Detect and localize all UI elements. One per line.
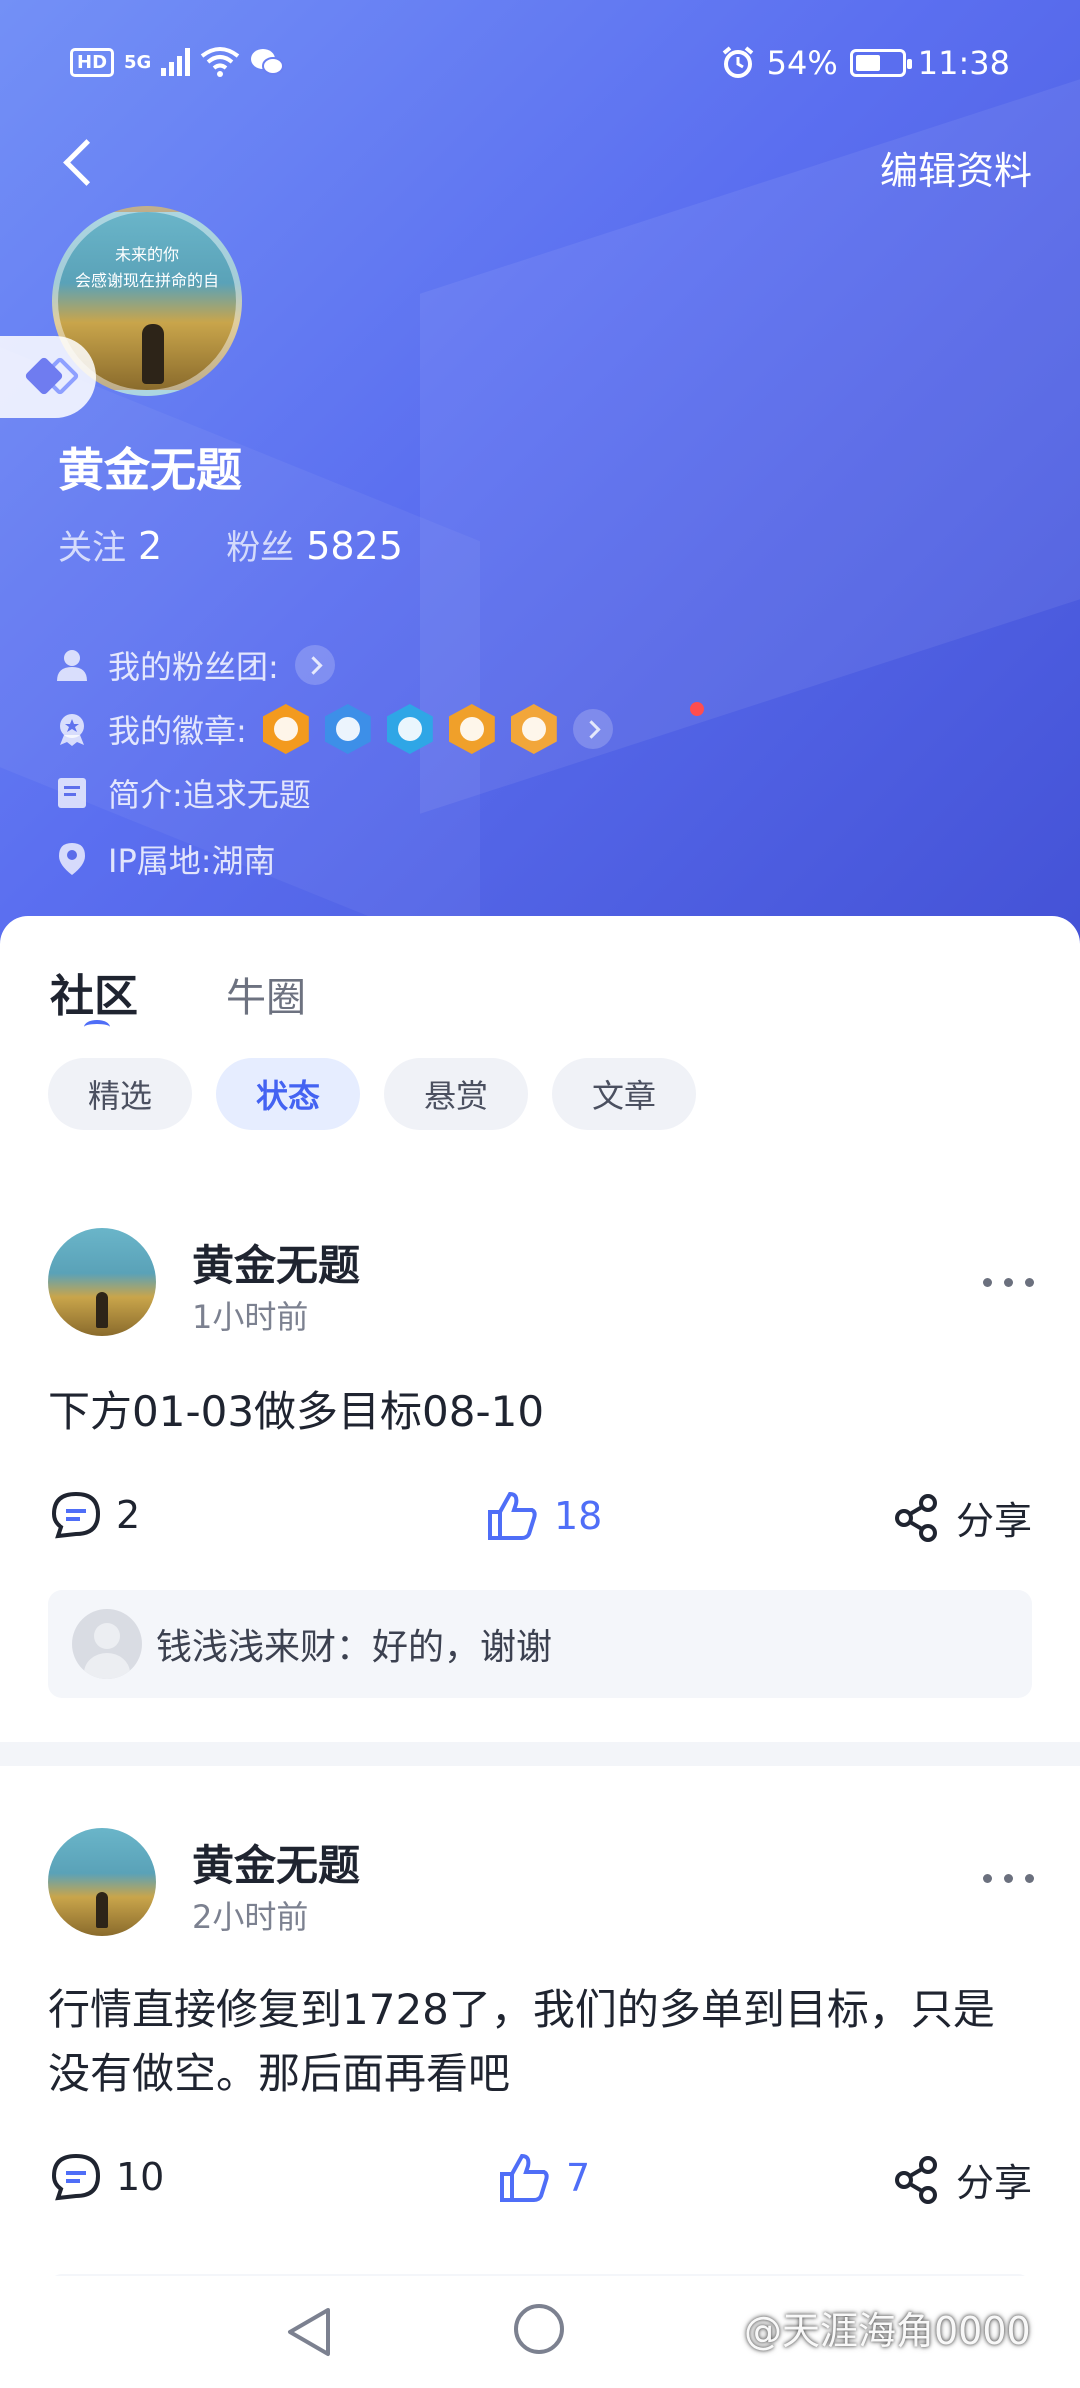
battery-percent: 54% (766, 44, 838, 82)
reply-user[interactable]: 钱浅浅来财 (156, 1618, 336, 1670)
notification-dot (690, 702, 704, 716)
chevron-right-icon[interactable] (294, 645, 335, 685)
wifi-icon (201, 47, 240, 77)
share-icon (894, 1493, 937, 1542)
avatar-text-line1: 未来的你 (114, 245, 179, 264)
post-avatar[interactable] (48, 1828, 156, 1936)
signal-icon (161, 48, 191, 76)
level-tag-button[interactable] (0, 336, 96, 418)
post-time: 1小时前 (192, 1298, 309, 1336)
wechat-icon (251, 49, 285, 75)
share-button[interactable]: 分享 (892, 1490, 1032, 1545)
post-content[interactable]: 行情直接修复到1728了，我们的多单到目标，只是没有做空。那后面再看吧 (48, 1978, 1032, 2106)
content-card: 社区 牛圈 精选 状态 悬赏 文章 黄金无题 1小时前 下方01-03做多目标0… (0, 916, 1080, 2354)
comment-button[interactable]: 10 (50, 2152, 164, 2202)
thumb-badge-icon[interactable] (324, 704, 371, 754)
user-icon (57, 650, 87, 681)
like-count: 7 (566, 2156, 591, 2200)
chevron-right-icon[interactable] (572, 709, 613, 749)
ip-row: IP属地: 湖南 (54, 836, 276, 882)
post-author[interactable]: 黄金无题 (192, 1832, 360, 1893)
filter-chips: 精选 状态 悬赏 文章 (48, 1058, 696, 1130)
content-tabs: 社区 牛圈 (50, 960, 306, 1024)
chip-bounty[interactable]: 悬赏 (384, 1058, 528, 1130)
chip-articles[interactable]: 文章 (552, 1058, 696, 1130)
nav-home-icon[interactable] (514, 2304, 564, 2354)
intro-label: 简介: (108, 776, 183, 814)
network-type: 5G (124, 51, 152, 73)
chip-status[interactable]: 状态 (216, 1058, 360, 1130)
watermark: @天涯海角0000 (744, 2309, 1031, 2353)
share-label: 分享 (955, 1499, 1032, 1543)
fans-count[interactable]: 5825 (306, 524, 403, 568)
following-count[interactable]: 2 (138, 524, 162, 568)
profile-header: HD 5G 54% 11:38 编辑资料 未来的你 会感谢现在拼命的自 黄金无题… (0, 0, 1080, 960)
post-avatar[interactable] (48, 1228, 156, 1336)
reply-preview[interactable]: 钱浅浅来财 ：好的，谢谢 (48, 1590, 1032, 1698)
edit-profile-button[interactable]: 编辑资料 (880, 140, 1032, 195)
chip-featured[interactable]: 精选 (48, 1058, 192, 1130)
alarm-icon (722, 46, 753, 78)
comment-count: 2 (116, 1493, 141, 1537)
like-count: 18 (554, 1494, 603, 1538)
battery-icon (849, 49, 912, 77)
smile-badge-icon[interactable] (386, 704, 433, 754)
share-button[interactable]: 分享 (892, 2152, 1032, 2207)
crown-badge-icon[interactable] (510, 704, 557, 754)
profile-stats: 关注 2 粉丝 5825 (58, 520, 467, 569)
medal-icon (60, 714, 84, 746)
following-label[interactable]: 关注 (58, 520, 126, 569)
like-button[interactable]: 7 (498, 2152, 590, 2204)
status-bar: HD 5G 54% 11:38 (0, 40, 1080, 92)
tab-community[interactable]: 社区 (50, 960, 138, 1024)
post-divider (0, 1742, 1080, 1766)
hd-indicator: HD (70, 47, 115, 77)
post-content[interactable]: 下方01-03做多目标08-10 (48, 1380, 1032, 1444)
more-options-icon[interactable] (983, 1874, 1034, 1883)
ip-label: IP属地: (108, 842, 212, 880)
clock: 11:38 (917, 44, 1010, 82)
badges-label: 我的徽章: (108, 712, 247, 750)
ip-value: 湖南 (211, 842, 276, 880)
share-label: 分享 (955, 2161, 1032, 2205)
nav-back-icon[interactable] (284, 2306, 334, 2358)
document-icon (58, 778, 86, 808)
post-author[interactable]: 黄金无题 (192, 1232, 360, 1293)
badges-row[interactable]: 我的徽章: (54, 704, 613, 754)
more-options-icon[interactable] (983, 1278, 1034, 1287)
avatar-text-line2: 会感谢现在拼命的自 (74, 271, 219, 290)
comment-icon (51, 2153, 101, 2201)
post-time: 2小时前 (192, 1898, 309, 1936)
fans-label[interactable]: 粉丝 (226, 520, 294, 569)
fan-club-row[interactable]: 我的粉丝团: (54, 642, 335, 688)
fire-badge-icon[interactable] (262, 704, 309, 754)
fan-club-label: 我的粉丝团: (108, 648, 279, 686)
comment-count: 10 (116, 2155, 165, 2199)
reply-avatar[interactable] (72, 1609, 142, 1679)
thumbs-up-icon (488, 1491, 537, 1540)
comment-button[interactable]: 2 (50, 1490, 140, 1540)
pen-badge-icon[interactable] (448, 704, 495, 754)
comment-icon (51, 1491, 101, 1539)
location-pin-icon (59, 843, 85, 875)
tab-niuquan[interactable]: 牛圈 (226, 965, 306, 1023)
like-button[interactable]: 18 (486, 1490, 602, 1542)
intro-value: 追求无题 (182, 776, 311, 814)
intro-row: 简介: 追求无题 (54, 770, 311, 816)
profile-name: 黄金无题 (58, 443, 242, 497)
reply-text: ：好的，谢谢 (336, 1627, 553, 1668)
back-button[interactable] (56, 128, 116, 198)
thumbs-up-icon (500, 2153, 549, 2202)
share-icon (894, 2155, 937, 2204)
